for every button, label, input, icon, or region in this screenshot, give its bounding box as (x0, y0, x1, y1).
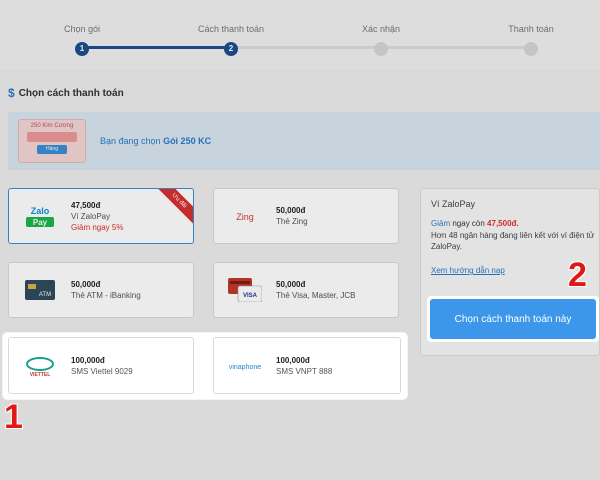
panel-saving-mid: ngay còn (450, 219, 488, 228)
dollar-icon: $ (8, 86, 15, 100)
promo-ribbon: Ưu đãi (153, 189, 193, 227)
atm-card-icon: ATM (17, 274, 63, 306)
selected-package-banner: 250 Kim Cương Hàng Bạn đang chọn Gói 250… (8, 112, 600, 170)
svg-text:Zalo: Zalo (31, 206, 50, 216)
payment-option-text: 100,000đ SMS VNPT 888 (276, 355, 332, 377)
svg-text:ATM: ATM (39, 292, 51, 298)
payment-name: Ví ZaloPay (71, 211, 111, 221)
payment-option-text: 50,000đ Thẻ Zing (276, 205, 308, 227)
choose-payment-method-button[interactable]: Chọn cách thanh toán này (430, 299, 596, 339)
payment-price: 47,500đ (71, 200, 101, 210)
payment-option-zing-card[interactable]: Zing 50,000đ Thẻ Zing (213, 188, 399, 244)
step-payment: Thanh toán 4 (481, 24, 581, 56)
payment-option-text: 47,500đ Ví ZaloPay Giảm ngay 5% (71, 200, 123, 233)
annotation-step-1: 1 (4, 398, 23, 436)
panel-description: Hơn 48 ngân hàng đang liên kết với ví đi… (431, 231, 595, 251)
package-thumbnail: 250 Kim Cương Hàng (18, 119, 86, 163)
payment-option-text: 50,000đ Thẻ ATM - iBanking (71, 279, 141, 301)
cta-highlight: Chọn cách thanh toán này (427, 296, 599, 342)
step-choose-package[interactable]: Chọn gói 1 (32, 24, 132, 56)
payment-price: 50,000đ (276, 206, 306, 215)
step-label: Thanh toán (508, 24, 554, 34)
banner-text: Bạn đang chọn Gói 250 KC (100, 136, 211, 146)
credit-cards-icon: VISA (222, 274, 268, 306)
payment-name: Thẻ Visa, Master, JCB (276, 291, 356, 300)
package-thumbnail-title: 250 Kim Cương (30, 123, 74, 129)
step-dot: 3 (374, 42, 388, 56)
zalopay-logo: Zalo Pay (17, 200, 63, 232)
sms-options-highlight: VIETTEL 100,000đ SMS Viettel 9029 vinaph… (3, 333, 407, 399)
top-up-guide-link[interactable]: Xem hướng dẫn nạp (431, 266, 589, 275)
payment-price: 100,000đ (71, 355, 105, 365)
payment-name: SMS Viettel 9029 (71, 366, 133, 376)
step-label: Chọn gói (63, 24, 101, 34)
payment-name: Thẻ Zing (276, 217, 308, 226)
step-payment-method[interactable]: Cách thanh toán 2 (181, 24, 281, 56)
svg-text:Zing: Zing (236, 212, 254, 222)
section-title: $ Chọn cách thanh toán (8, 86, 124, 100)
step-label: Cách thanh toán (197, 24, 265, 34)
panel-saving-line: Giảm ngay còn 47,500đ. (431, 219, 589, 228)
payment-option-zalopay[interactable]: Zalo Pay 47,500đ Ví ZaloPay Giảm ngay 5%… (8, 188, 194, 244)
payment-option-sms-viettel[interactable]: VIETTEL 100,000đ SMS Viettel 9029 (8, 337, 194, 394)
payment-price: 50,000đ (276, 280, 306, 289)
step-dot: 2 (224, 42, 238, 56)
payment-price: 50,000đ (71, 280, 101, 289)
step-label: Xác nhận (361, 24, 401, 34)
zing-logo: Zing (222, 200, 268, 232)
banner-package-name: Gói 250 KC (163, 136, 212, 146)
payment-option-text: 50,000đ Thẻ Visa, Master, JCB (276, 279, 355, 301)
payment-option-text: 100,000đ SMS Viettel 9029 (71, 355, 133, 377)
progress-stepper: Chọn gói 1 Cách thanh toán 2 Xác nhận 3 … (0, 0, 600, 70)
panel-saving-prefix: Giảm (431, 219, 451, 228)
svg-text:Pay: Pay (33, 218, 48, 227)
payment-option-visa-master[interactable]: VISA 50,000đ Thẻ Visa, Master, JCB (213, 262, 399, 318)
step-dot: 1 (75, 42, 89, 56)
payment-name: Thẻ ATM - iBanking (71, 291, 141, 300)
gem-graphic (27, 132, 77, 142)
panel-saving-amount: 47,500đ. (487, 219, 519, 228)
package-thumbnail-button: Hàng (37, 145, 67, 154)
viettel-logo: VIETTEL (17, 350, 63, 382)
vinaphone-logo: vinaphone (222, 350, 268, 382)
annotation-step-2: 2 (568, 256, 587, 294)
step-confirm: Xác nhận 3 (331, 24, 431, 56)
payment-option-sms-vnpt[interactable]: vinaphone 100,000đ SMS VNPT 888 (213, 337, 401, 394)
payment-discount: Giảm ngay 5% (71, 222, 124, 232)
svg-text:VISA: VISA (243, 293, 258, 299)
section-title-text: Chọn cách thanh toán (18, 87, 124, 99)
banner-prefix: Bạn đang chọn (100, 136, 164, 146)
step-dot: 4 (524, 42, 538, 56)
payment-option-atm[interactable]: ATM 50,000đ Thẻ ATM - iBanking (8, 262, 194, 318)
panel-title: Ví ZaloPay (431, 199, 476, 209)
svg-text:VIETTEL: VIETTEL (30, 372, 51, 378)
payment-price: 100,000đ (276, 355, 310, 365)
payment-name: SMS VNPT 888 (276, 366, 333, 376)
svg-text:vinaphone: vinaphone (229, 364, 261, 371)
